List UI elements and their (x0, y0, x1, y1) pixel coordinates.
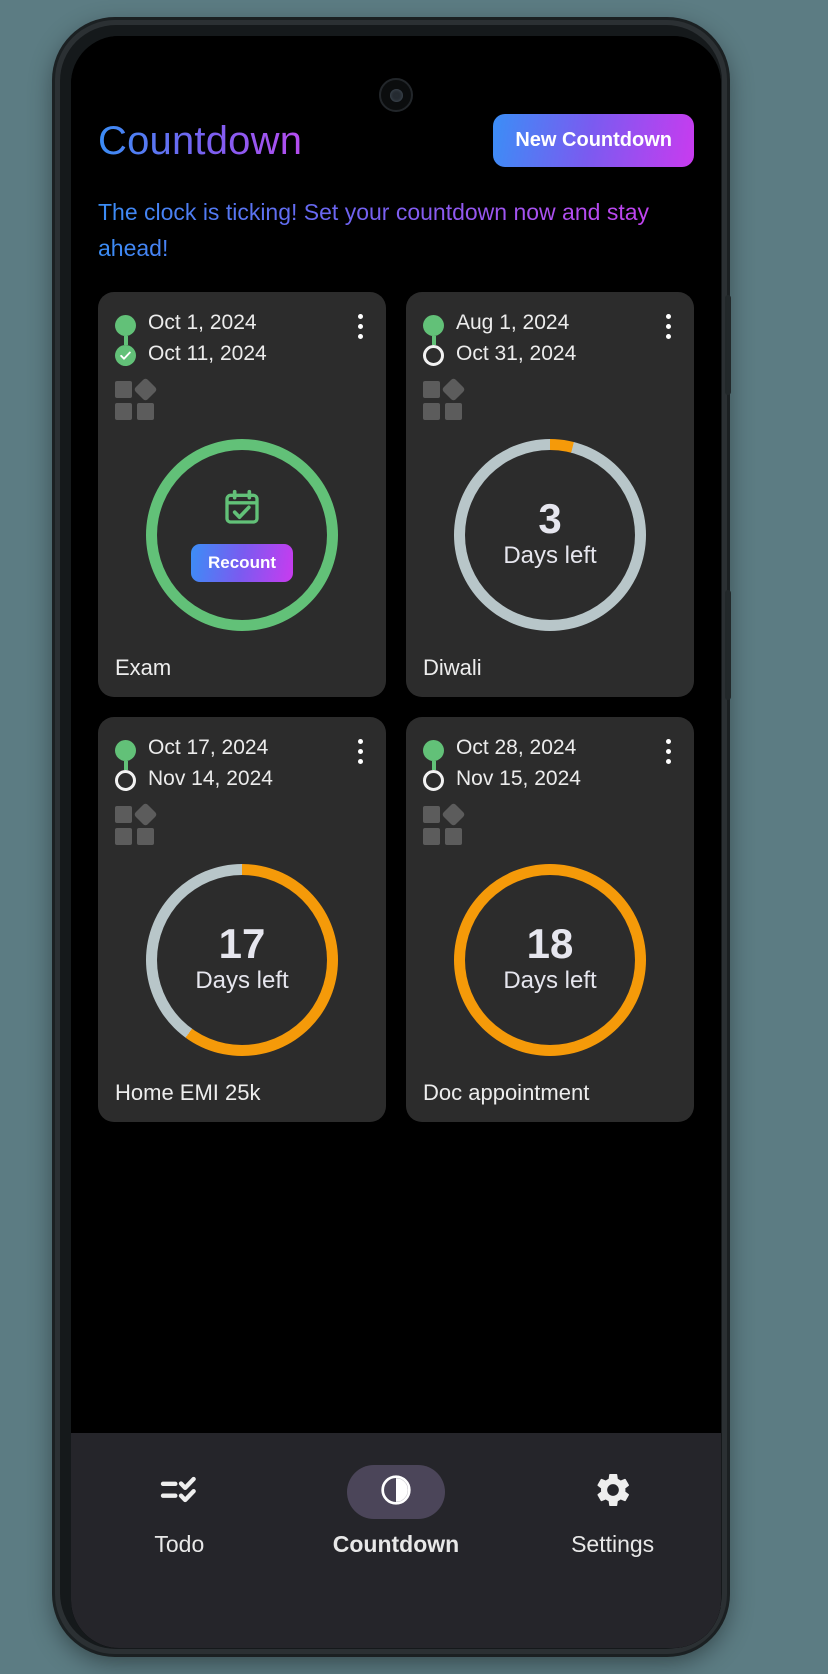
card-header: Oct 1, 2024 Oct 11, 2024 (115, 310, 369, 367)
progress-ring: 3 Days left (454, 438, 646, 631)
card-title: Home EMI 25k (115, 1080, 261, 1106)
card-header: Aug 1, 2024 Oct 31, 2024 (423, 310, 677, 367)
marker-connector (123, 761, 128, 771)
card-dates: Aug 1, 2024 Oct 31, 2024 (423, 310, 576, 367)
nav-label-countdown: Countdown (332, 1531, 460, 1557)
kebab-menu-icon[interactable] (660, 735, 677, 768)
front-camera-icon (379, 78, 413, 112)
date-texts: Oct 17, 2024 Nov 14, 2024 (148, 735, 273, 791)
progress-ring-center: 18 Days left (465, 874, 635, 1045)
progress-ring-area: 18 Days left (423, 846, 677, 1075)
recount-button[interactable]: Recount (191, 544, 293, 583)
card-header: Oct 17, 2024 Nov 14, 2024 (115, 735, 369, 792)
days-number: 17 (218, 920, 266, 968)
countdown-app: Countdown New Countdown The clock is tic… (71, 36, 721, 1648)
nav-icon-pill (130, 1465, 228, 1519)
countdown-card[interactable]: Aug 1, 2024 Oct 31, 2024 3 Days left Diw… (406, 292, 694, 698)
date-texts: Oct 28, 2024 Nov 15, 2024 (456, 735, 581, 791)
kebab-menu-icon[interactable] (660, 310, 677, 343)
marker-connector (431, 761, 436, 771)
nav-item-countdown[interactable]: Countdown (289, 1465, 504, 1558)
progress-ring-center: 17 Days left (157, 874, 327, 1045)
start-dot-icon (115, 315, 136, 337)
progress-ring-area: 17 Days left (115, 846, 369, 1075)
camera-lens (389, 88, 403, 102)
todo-checklist-icon (159, 1470, 199, 1515)
progress-ring-area: Recount (115, 421, 369, 650)
card-dates: Oct 1, 2024 Oct 11, 2024 (115, 310, 267, 367)
countdown-grid: Oct 1, 2024 Oct 11, 2024 Recount Exam Au… (98, 292, 694, 1123)
end-date: Nov 15, 2024 (456, 766, 581, 790)
power-button[interactable] (725, 590, 731, 700)
progress-ring-center: Recount (157, 449, 327, 620)
date-texts: Aug 1, 2024 Oct 31, 2024 (456, 310, 576, 366)
open-circle-icon (423, 770, 444, 792)
card-title: Doc appointment (423, 1080, 590, 1106)
card-title: Exam (115, 655, 172, 681)
calendar-check-icon (222, 487, 262, 532)
new-countdown-button[interactable]: New Countdown (493, 114, 694, 167)
days-number: 3 (538, 495, 562, 543)
nav-icon-pill (564, 1465, 662, 1519)
date-range-marker (115, 310, 136, 367)
category-grid-icon (115, 801, 158, 846)
volume-button[interactable] (725, 295, 731, 395)
start-dot-icon (423, 740, 444, 762)
start-date: Oct 17, 2024 (148, 736, 269, 760)
card-header: Oct 28, 2024 Nov 15, 2024 (423, 735, 677, 792)
nav-item-todo[interactable]: Todo (72, 1465, 287, 1558)
nav-label-todo: Todo (154, 1531, 205, 1557)
app-content: Countdown New Countdown The clock is tic… (71, 36, 721, 1433)
nav-icon-pill-active (346, 1465, 445, 1519)
start-date: Oct 28, 2024 (456, 736, 577, 760)
date-range-marker (423, 310, 444, 367)
card-title: Diwali (423, 655, 482, 681)
progress-ring: 17 Days left (146, 863, 338, 1056)
kebab-menu-icon[interactable] (352, 735, 369, 768)
nav-label-settings: Settings (571, 1531, 655, 1557)
progress-ring-center: 3 Days left (465, 449, 635, 620)
bottom-navigation-bar: Todo Countdown Settings (71, 1433, 721, 1648)
countdown-card[interactable]: Oct 1, 2024 Oct 11, 2024 Recount Exam (98, 292, 386, 698)
open-circle-icon (423, 345, 444, 367)
app-subtitle: The clock is ticking! Set your countdown… (98, 195, 694, 266)
start-date: Oct 1, 2024 (148, 311, 257, 335)
kebab-menu-icon[interactable] (352, 310, 369, 343)
countdown-clock-icon (379, 1473, 413, 1512)
days-label: Days left (503, 967, 597, 995)
check-circle-icon (115, 345, 136, 367)
phone-screen: Countdown New Countdown The clock is tic… (71, 36, 721, 1648)
page-title: Countdown (98, 118, 303, 163)
gear-icon (593, 1470, 633, 1515)
card-dates: Oct 17, 2024 Nov 14, 2024 (115, 735, 273, 792)
start-date: Aug 1, 2024 (456, 311, 570, 335)
open-circle-icon (115, 770, 136, 792)
start-dot-icon (423, 315, 444, 337)
category-grid-icon (423, 376, 466, 421)
progress-ring: 18 Days left (454, 863, 646, 1056)
end-date: Oct 31, 2024 (456, 341, 577, 365)
card-dates: Oct 28, 2024 Nov 15, 2024 (423, 735, 581, 792)
progress-ring: Recount (146, 438, 338, 631)
nav-item-settings[interactable]: Settings (505, 1465, 720, 1558)
phone-bezel: Countdown New Countdown The clock is tic… (60, 25, 722, 1649)
countdown-card[interactable]: Oct 17, 2024 Nov 14, 2024 17 Days left H… (98, 717, 386, 1123)
marker-connector (123, 336, 128, 346)
progress-ring-area: 3 Days left (423, 421, 677, 650)
date-range-marker (423, 735, 444, 792)
countdown-card[interactable]: Oct 28, 2024 Nov 15, 2024 18 Days left D… (406, 717, 694, 1123)
date-range-marker (115, 735, 136, 792)
category-grid-icon (115, 376, 158, 421)
phone-frame: Countdown New Countdown The clock is tic… (55, 20, 731, 1654)
end-date: Oct 11, 2024 (148, 341, 267, 365)
days-label: Days left (195, 967, 289, 995)
days-number: 18 (526, 920, 574, 968)
days-label: Days left (503, 542, 597, 570)
category-grid-icon (423, 801, 466, 846)
date-texts: Oct 1, 2024 Oct 11, 2024 (148, 310, 267, 366)
start-dot-icon (115, 740, 136, 762)
marker-connector (431, 336, 436, 346)
end-date: Nov 14, 2024 (148, 766, 273, 790)
